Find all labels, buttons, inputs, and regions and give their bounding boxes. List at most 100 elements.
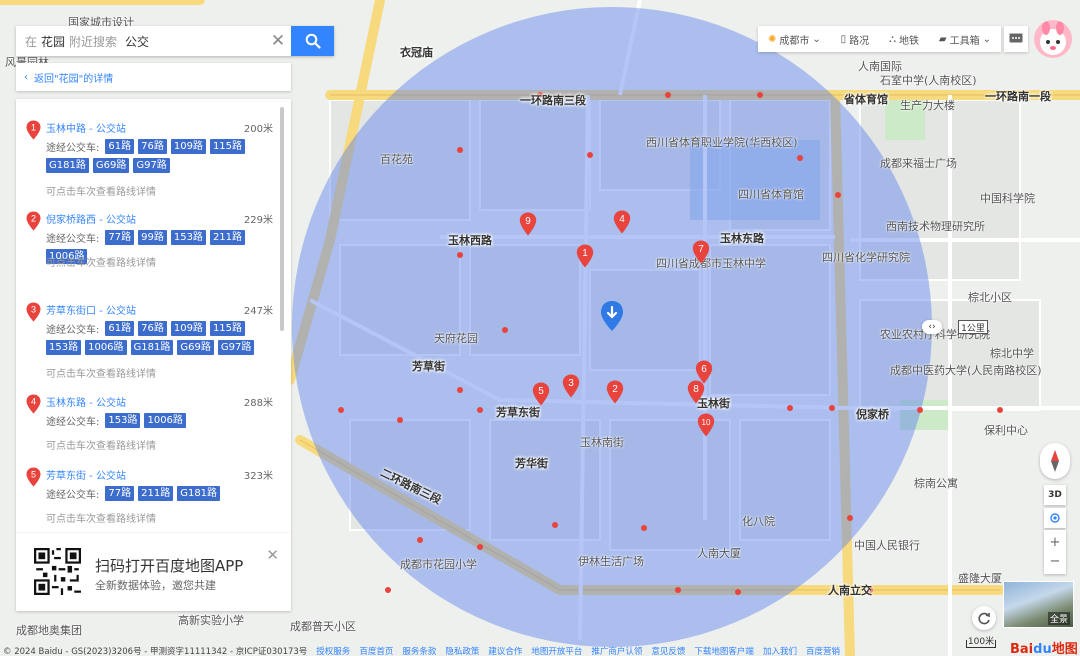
zoom-out-button[interactable]: − bbox=[1050, 554, 1061, 569]
search-box[interactable]: 在 花园 附近搜索 公交 ✕ bbox=[16, 26, 334, 56]
bus-line-tag[interactable]: 77路 bbox=[105, 230, 135, 245]
footer-link[interactable]: 百度首页 bbox=[359, 645, 393, 656]
pin-icon: 3 bbox=[26, 302, 41, 322]
bus-line-tag[interactable]: 99路 bbox=[138, 230, 167, 245]
bus-line-tag[interactable]: 109路 bbox=[170, 321, 206, 336]
pin-icon: 4 bbox=[26, 394, 41, 414]
result-hint: 可点击车次查看路线详情 bbox=[46, 258, 156, 269]
svg-text:6: 6 bbox=[701, 364, 707, 375]
back-link[interactable]: ‹ 返回"花园"的详情 bbox=[16, 63, 291, 91]
result-title[interactable]: 倪家桥路西 - 公交站 bbox=[46, 211, 136, 226]
list-item[interactable]: 3 芳草东街口 - 公交站 247米 途经公交车: 61路 76路 109路 115路 153路… bbox=[16, 281, 291, 380]
bus-line-tag[interactable]: 76路 bbox=[138, 321, 167, 336]
search-input[interactable]: 在 花园 附近搜索 公交 bbox=[16, 26, 265, 56]
scale-100m: 100米 bbox=[966, 638, 996, 648]
result-title[interactable]: 芳草东街口 - 公交站 bbox=[46, 302, 136, 317]
bus-line-tag[interactable]: 77路 bbox=[105, 486, 135, 501]
search-button[interactable] bbox=[291, 26, 334, 56]
bus-line-tag[interactable]: 61路 bbox=[105, 139, 135, 154]
bus-stop-marker[interactable]: 8 bbox=[687, 380, 705, 404]
bus-line-tag[interactable]: 109路 bbox=[170, 139, 206, 154]
bus-stop-marker[interactable]: 9 bbox=[519, 212, 537, 236]
bus-line-tag[interactable]: 153路 bbox=[46, 340, 82, 355]
bus-stop-marker[interactable]: 1 bbox=[576, 244, 594, 268]
svg-text:3: 3 bbox=[568, 378, 574, 389]
list-item[interactable]: 2 倪家桥路西 - 公交站 229米 途经公交车: 77路 99路 153路 211路 1006… bbox=[16, 190, 291, 281]
subway-icon: ⛬ bbox=[889, 33, 897, 45]
list-item[interactable]: 6玉林街倪家桥路口 - 公交站333米 bbox=[16, 519, 291, 533]
bus-line-tag[interactable]: G181路 bbox=[177, 486, 221, 501]
city-label: 成都市 bbox=[779, 35, 810, 47]
footer-link[interactable]: 下载地图客户端 bbox=[694, 645, 754, 656]
city-selector[interactable]: ✺ 成都市 ⌄ bbox=[768, 32, 821, 47]
result-title[interactable]: 芳草东街 - 公交站 bbox=[46, 467, 126, 482]
svg-text:5: 5 bbox=[31, 470, 36, 480]
search-keyword: 公交 bbox=[125, 34, 150, 49]
bus-line-tag[interactable]: G181路 bbox=[46, 158, 89, 173]
svg-text:1: 1 bbox=[582, 248, 588, 259]
bus-line-tag[interactable]: 153路 bbox=[170, 230, 206, 245]
bus-line-tag[interactable]: 115路 bbox=[209, 321, 246, 336]
close-icon[interactable]: ✕ bbox=[266, 546, 279, 564]
results-panel: 1 玉林中路 - 公交站 200米 途经公交车: 61路 76路 109路 115路 G181路… bbox=[16, 99, 291, 533]
footer-link[interactable]: 加入我们 bbox=[763, 645, 797, 656]
refresh-button[interactable] bbox=[972, 606, 996, 630]
compass-button[interactable] bbox=[1040, 443, 1070, 479]
bus-line-tag[interactable]: 1006路 bbox=[85, 340, 127, 355]
locate-button[interactable] bbox=[1044, 508, 1066, 528]
place-label: 中国人民银行 bbox=[854, 539, 920, 552]
bus-line-tag[interactable]: G181路 bbox=[130, 340, 174, 355]
bus-line-tag[interactable]: 153路 bbox=[105, 413, 141, 428]
qr-promo-card: 扫码打开百度地图APP 全新数据体验，邀您共建 ✕ bbox=[16, 533, 291, 611]
search-place: 花园 bbox=[41, 34, 66, 49]
bus-stop-marker[interactable]: 7 bbox=[692, 240, 710, 264]
bus-line-tag[interactable]: 61路 bbox=[105, 321, 135, 336]
toolbox-button[interactable]: ▰ 工具箱 ⌄ bbox=[939, 32, 991, 47]
center-location-icon[interactable] bbox=[600, 300, 624, 332]
svg-text:5: 5 bbox=[538, 386, 544, 397]
footer-link[interactable]: 建议合作 bbox=[488, 645, 522, 656]
bus-line-tag[interactable]: 211路 bbox=[209, 230, 246, 245]
road-label: 一环路南一段 bbox=[985, 90, 1051, 103]
traffic-label: 路况 bbox=[849, 35, 870, 47]
scrollbar[interactable] bbox=[280, 107, 284, 331]
bus-lines-label: 途经公交车: bbox=[46, 234, 100, 245]
bus-line-tag[interactable]: 211路 bbox=[138, 486, 174, 501]
footer-link[interactable]: 百度营销 bbox=[806, 645, 840, 656]
bus-line-tag[interactable]: G97路 bbox=[133, 158, 170, 173]
3d-button[interactable]: 3D bbox=[1044, 485, 1066, 505]
avatar[interactable] bbox=[1034, 20, 1072, 58]
svg-text:2: 2 bbox=[31, 214, 36, 224]
bus-line-tag[interactable]: 76路 bbox=[138, 139, 167, 154]
footer-link[interactable]: 服务条款 bbox=[402, 645, 436, 656]
bus-line-tag[interactable]: 1006路 bbox=[144, 413, 186, 428]
place-label: 棕南公寓 bbox=[914, 477, 958, 490]
streetview-thumbnail[interactable]: 全景 bbox=[1003, 581, 1074, 628]
bus-line-tag[interactable]: 115路 bbox=[209, 139, 246, 154]
bus-line-tag[interactable]: G97路 bbox=[217, 340, 255, 355]
subway-button[interactable]: ⛬ 地铁 bbox=[889, 32, 919, 47]
footer-link[interactable]: 意见反馈 bbox=[651, 645, 685, 656]
clear-icon[interactable]: ✕ bbox=[265, 26, 291, 56]
bus-stop-marker[interactable]: 2 bbox=[606, 380, 624, 404]
qr-title: 扫码打开百度地图APP bbox=[95, 557, 244, 575]
footer-link[interactable]: 授权服务 bbox=[316, 645, 350, 656]
result-title[interactable]: 玉林中路 - 公交站 bbox=[46, 120, 126, 135]
bus-stop-marker[interactable]: 4 bbox=[613, 210, 631, 234]
footer-link[interactable]: 隐私政策 bbox=[445, 645, 479, 656]
expand-icon[interactable]: ‹› bbox=[922, 320, 942, 334]
footer-link[interactable]: 推广商户认领 bbox=[591, 645, 642, 656]
bus-line-tag[interactable]: G69路 bbox=[92, 158, 130, 173]
footer-link[interactable]: 地图开放平台 bbox=[531, 645, 582, 656]
result-distance: 247米 bbox=[243, 306, 273, 317]
zoom-in-button[interactable]: + bbox=[1050, 535, 1061, 550]
result-title[interactable]: 玉林东路 - 公交站 bbox=[46, 394, 126, 409]
chevron-down-icon: ⌄ bbox=[982, 33, 991, 45]
message-button[interactable] bbox=[1004, 26, 1028, 52]
list-item[interactable]: 1 玉林中路 - 公交站 200米 途经公交车: 61路 76路 109路 115路 G181路… bbox=[16, 99, 291, 198]
bus-line-tag[interactable]: G69路 bbox=[177, 340, 214, 355]
bus-stop-marker[interactable]: 10 bbox=[697, 413, 715, 437]
bus-stop-marker[interactable]: 5 bbox=[532, 382, 550, 406]
traffic-button[interactable]: ▯ 路况 bbox=[841, 32, 870, 47]
bus-stop-marker[interactable]: 3 bbox=[562, 374, 580, 398]
